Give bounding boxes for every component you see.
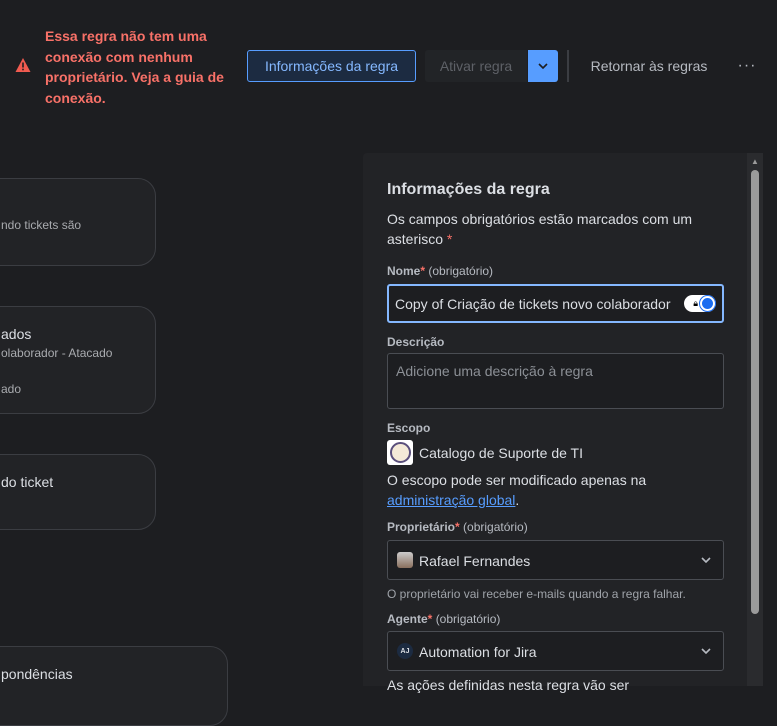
scroll-up-icon[interactable]: ▲ [751, 157, 759, 166]
name-input[interactable]: Copy of Criação de tickets novo colabora… [387, 284, 724, 323]
global-admin-link[interactable]: administração global [387, 492, 515, 508]
owner-help: O proprietário vai receber e-mails quand… [387, 587, 686, 601]
chevron-down-icon [701, 557, 711, 563]
agent-avatar: AJ [397, 643, 413, 659]
rule-info-button[interactable]: Informações da regra [247, 50, 416, 82]
description-input[interactable]: Adicione uma descrição à regra [387, 353, 724, 409]
actions-note: As ações definidas nesta regra vão ser [387, 677, 630, 693]
project-avatar-icon [387, 440, 413, 465]
warning-icon [15, 58, 31, 72]
more-options-button[interactable]: ··· [733, 50, 761, 82]
scope-note: O escopo pode ser modificado apenas na ad… [387, 472, 647, 508]
panel-title: Informações da regra [387, 181, 550, 198]
activate-dropdown-button[interactable] [528, 50, 558, 82]
user-avatar [397, 552, 413, 568]
flow-card[interactable]: pondências [0, 646, 228, 726]
agent-label: Agente* (obrigatório) [387, 612, 501, 626]
password-manager-icon[interactable]: 🔒︎ [684, 295, 716, 312]
scope-value: Catalogo de Suporte de TI [387, 440, 583, 465]
agent-select[interactable]: AJ Automation for Jira [387, 631, 724, 671]
scrollbar-thumb[interactable] [751, 170, 759, 614]
top-bar: Essa regra não tem uma conexão com nenhu… [0, 0, 777, 130]
flow-card[interactable]: do ticket [0, 454, 156, 530]
name-label: Nome* (obrigatório) [387, 264, 494, 278]
return-to-rules-button[interactable]: Retornar às regras [578, 50, 720, 82]
description-label: Descrição [387, 335, 445, 349]
chevron-down-icon [701, 648, 711, 654]
flow-card[interactable]: ados olaborador - Atacado ado [0, 306, 156, 414]
divider [567, 50, 569, 82]
warning-message: Essa regra não tem uma conexão com nenhu… [45, 28, 224, 106]
owner-select[interactable]: Rafael Fernandes [387, 540, 724, 580]
owner-label: Proprietário* (obrigatório) [387, 520, 528, 534]
activate-rule-button[interactable]: Ativar regra [425, 50, 527, 82]
scope-label: Escopo [387, 421, 431, 435]
chevron-down-icon [538, 63, 548, 70]
flow-card[interactable]: ndo tickets são [0, 178, 156, 266]
required-note: Os campos obrigatórios estão marcados co… [387, 211, 693, 247]
